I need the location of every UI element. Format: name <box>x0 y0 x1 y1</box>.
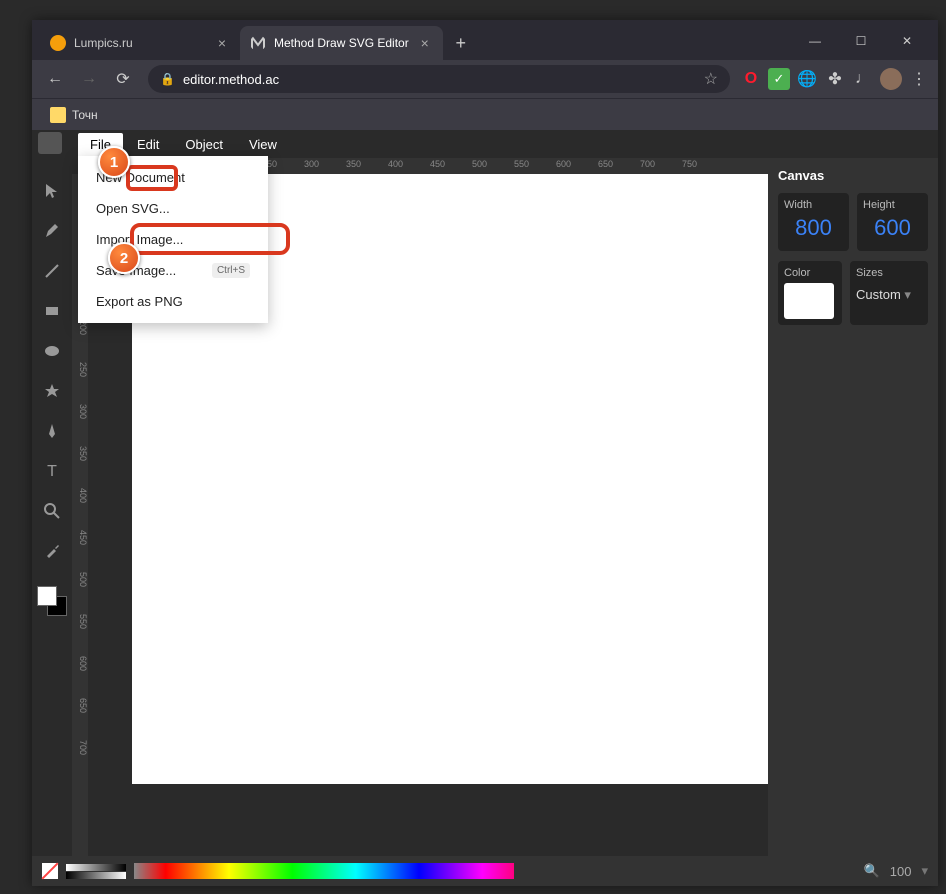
bookmark-bar: Точн <box>32 98 938 130</box>
opera-icon[interactable]: O <box>740 68 762 90</box>
color-palette-strip[interactable] <box>134 863 514 879</box>
app-logo <box>38 132 62 154</box>
fill-color-swatch[interactable] <box>37 586 57 606</box>
rect-tool[interactable] <box>39 298 65 324</box>
height-label: Height <box>863 199 922 211</box>
ellipse-tool[interactable] <box>39 338 65 364</box>
globe-icon[interactable]: 🌐 <box>796 68 818 90</box>
new-tab-button[interactable]: + <box>447 29 475 57</box>
tab-title: Method Draw SVG Editor <box>274 36 409 50</box>
select-tool[interactable] <box>39 178 65 204</box>
status-bar: 🔍 100 ▾ <box>32 856 938 886</box>
folder-icon <box>50 107 66 123</box>
app-menubar: File New Document Open SVG... Import Ima… <box>32 130 938 158</box>
tab-method-draw[interactable]: Method Draw SVG Editor × <box>240 26 443 60</box>
close-window-button[interactable]: ✕ <box>884 25 930 57</box>
browser-window: Lumpics.ru × Method Draw SVG Editor × + … <box>32 20 938 886</box>
app-root: File New Document Open SVG... Import Ima… <box>32 130 938 886</box>
search-icon[interactable]: 🔍 <box>864 863 880 879</box>
bookmark-folder[interactable]: Точн <box>44 103 104 127</box>
extensions-icon[interactable]: ✤ <box>824 68 846 90</box>
menu-import-image[interactable]: Import Image... <box>78 224 268 255</box>
color-swatches[interactable] <box>37 586 67 616</box>
height-value: 600 <box>863 211 922 245</box>
color-label: Color <box>784 267 836 279</box>
check-icon[interactable]: ✓ <box>768 68 790 90</box>
tab-title: Lumpics.ru <box>74 36 206 50</box>
forward-button[interactable]: → <box>74 64 104 94</box>
tab-lumpics[interactable]: Lumpics.ru × <box>40 26 240 60</box>
address-bar: ← → ⟳ 🔒 editor.method.ac ☆ O ✓ 🌐 ✤ ♩ ⋮ <box>32 60 938 98</box>
menu-edit[interactable]: Edit <box>125 133 171 156</box>
width-box[interactable]: Width 800 <box>778 193 849 251</box>
path-tool[interactable] <box>39 418 65 444</box>
width-label: Width <box>784 199 843 211</box>
bookmark-star-icon[interactable]: ☆ <box>704 69 718 89</box>
sizes-label: Sizes <box>856 267 922 279</box>
shortcut-label: Ctrl+S <box>212 263 250 278</box>
close-icon[interactable]: × <box>417 35 433 51</box>
file-dropdown: New Document Open SVG... Import Image...… <box>78 156 268 323</box>
reload-button[interactable]: ⟳ <box>108 64 138 94</box>
avatar-icon[interactable] <box>880 68 902 90</box>
titlebar: Lumpics.ru × Method Draw SVG Editor × + … <box>32 20 938 60</box>
favicon-method <box>250 35 266 51</box>
favicon-lumpics <box>50 35 66 51</box>
bookmark-label: Точн <box>72 108 98 122</box>
window-controls: — ☐ ✕ <box>792 25 930 57</box>
sizes-value: Custom ▾ <box>856 279 922 303</box>
color-box[interactable]: Color <box>778 261 842 325</box>
color-swatch[interactable] <box>784 283 834 319</box>
pencil-tool[interactable] <box>39 218 65 244</box>
maximize-button[interactable]: ☐ <box>838 25 884 57</box>
url-input[interactable]: 🔒 editor.method.ac ☆ <box>148 65 730 93</box>
annotation-marker-1: 1 <box>98 146 130 178</box>
menu-open-svg[interactable]: Open SVG... <box>78 193 268 224</box>
tool-palette: T <box>32 158 72 856</box>
zoom-value[interactable]: 100 <box>890 864 912 879</box>
minimize-button[interactable]: — <box>792 25 838 57</box>
chevron-down-icon: ▾ <box>904 287 911 302</box>
text-tool[interactable]: T <box>39 458 65 484</box>
properties-panel: Canvas Width 800 Height 600 Color <box>768 158 938 856</box>
back-button[interactable]: ← <box>40 64 70 94</box>
menu-object[interactable]: Object <box>173 133 235 156</box>
zoom-tool[interactable] <box>39 498 65 524</box>
panel-title: Canvas <box>778 168 928 183</box>
lock-icon: 🔒 <box>160 72 175 86</box>
chevron-down-icon[interactable]: ▾ <box>921 863 928 879</box>
height-box[interactable]: Height 600 <box>857 193 928 251</box>
music-icon[interactable]: ♩ <box>852 68 874 90</box>
zoom-controls: 🔍 100 ▾ <box>864 863 928 879</box>
star-tool[interactable] <box>39 378 65 404</box>
annotation-marker-2: 2 <box>108 242 140 274</box>
menu-icon[interactable]: ⋮ <box>908 68 930 90</box>
line-tool[interactable] <box>39 258 65 284</box>
eyedropper-tool[interactable] <box>39 538 65 564</box>
url-text: editor.method.ac <box>183 72 696 87</box>
menu-save-image[interactable]: Save Image...Ctrl+S <box>78 255 268 286</box>
width-value: 800 <box>784 211 843 245</box>
menu-view[interactable]: View <box>237 133 289 156</box>
svg-text:T: T <box>47 463 57 480</box>
extension-icons: O ✓ 🌐 ✤ ♩ ⋮ <box>740 68 930 90</box>
sizes-box[interactable]: Sizes Custom ▾ <box>850 261 928 325</box>
no-color-swatch[interactable] <box>42 863 58 879</box>
menu-export-png[interactable]: Export as PNG <box>78 286 268 317</box>
close-icon[interactable]: × <box>214 35 230 51</box>
